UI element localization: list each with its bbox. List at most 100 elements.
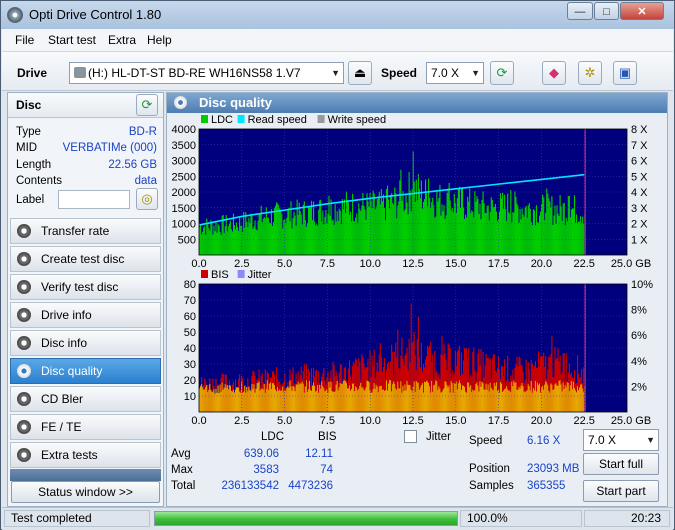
disc-label-button[interactable]: ◎ [136, 188, 158, 210]
speed-select[interactable]: 7.0 X ▼ [426, 62, 484, 84]
ldc-bar [316, 224, 318, 255]
bis-bar-low [286, 387, 288, 412]
erase-button[interactable]: ◆ [542, 61, 566, 85]
ldc-bar [218, 225, 220, 255]
bis-bar-low [526, 390, 528, 412]
start-part-button[interactable]: Start part [583, 480, 659, 502]
nav-label: FE / TE [41, 420, 82, 434]
nav-label: Drive info [41, 308, 92, 322]
ldc-bar [289, 221, 291, 255]
bis-bar-low [230, 390, 232, 412]
ldc-bar [550, 207, 552, 255]
menu-start-test[interactable]: Start test [48, 33, 96, 47]
bis-bar-low [320, 388, 322, 412]
bis-bar-low [378, 386, 380, 412]
bis-bar-low [226, 384, 228, 412]
ldc-bar [399, 180, 401, 255]
ldc-bar [421, 208, 424, 255]
bis-bar-low [436, 381, 438, 412]
bis-bar-low [389, 380, 391, 412]
bis-bar-low [374, 388, 376, 412]
speed-stat-label: Speed [469, 435, 503, 447]
maximize-button[interactable]: □ [594, 2, 619, 20]
settings-button[interactable]: ✲ [578, 61, 602, 85]
bis-bar-low [333, 391, 335, 412]
ldc-bar [397, 205, 399, 255]
bis-bar-low [361, 387, 363, 412]
ldc-bar [406, 202, 408, 255]
bis-bar-low [249, 389, 251, 412]
ldc-bar [244, 227, 246, 255]
nav-disc-info[interactable]: Disc info [10, 330, 161, 356]
nav-disc-quality[interactable]: Disc quality [10, 358, 161, 384]
drive-select[interactable]: (H:) HL-DT-ST BD-RE WH16NS58 1.V7 ▼ [69, 62, 344, 84]
bis-bar-low [297, 381, 299, 412]
status-window-button[interactable]: Status window >> [11, 481, 160, 503]
ldc-bar [419, 198, 421, 255]
bis-bar-low [450, 380, 452, 412]
ldc-bar [358, 203, 360, 255]
stats-total-label: Total [171, 480, 196, 492]
bis-bar-low [504, 389, 506, 412]
ldc-bar [240, 225, 242, 255]
menu-help[interactable]: Help [147, 33, 172, 47]
ldc-bar [500, 198, 503, 255]
bis-bar-low [411, 391, 413, 412]
refresh-speed-button[interactable]: ⟳ [490, 61, 514, 85]
bis-bar-low [263, 383, 265, 412]
ldc-bar [401, 200, 403, 255]
bis-bar-low [452, 392, 454, 412]
bis-bar-low [551, 384, 553, 412]
ldc-bar [349, 211, 352, 255]
test-speed-select[interactable]: 7.0 X ▼ [583, 429, 659, 451]
ldc-bar [442, 211, 444, 255]
close-button[interactable]: ✕ [620, 2, 664, 20]
ldc-bar [512, 212, 514, 255]
bis-bar-low [229, 385, 231, 412]
settings-icon: ✲ [584, 65, 596, 80]
ldc-bar [505, 208, 507, 255]
ldc-bar [220, 234, 222, 255]
ldc-y2-tick: 6 X [631, 156, 648, 168]
nav-extra-tests[interactable]: Extra tests [10, 442, 161, 468]
nav-transfer-rate[interactable]: Transfer rate [10, 218, 161, 244]
nav-create-test-disc[interactable]: Create test disc [10, 246, 161, 272]
save-button[interactable]: ▣ [613, 61, 637, 85]
ldc-bar [417, 174, 419, 255]
nav-fe-te[interactable]: FE / TE [10, 414, 161, 440]
bis-bar-low [341, 383, 343, 412]
bis-bar-low [470, 385, 472, 412]
menu-file[interactable]: File [15, 33, 34, 47]
ldc-x-tick: 10.0 [359, 258, 380, 270]
nav-cd-bler[interactable]: CD Bler [10, 386, 161, 412]
eject-button[interactable]: ⏏ [348, 61, 372, 85]
nav-drive-info[interactable]: Drive info [10, 302, 161, 328]
bis-bar-low [409, 385, 411, 412]
minimize-button[interactable]: — [567, 2, 593, 20]
ldc-bar [489, 211, 491, 255]
bis-bar-low [581, 384, 583, 412]
ldc-y2-tick: 4 X [631, 187, 648, 199]
ldc-bar [200, 225, 202, 255]
disc-refresh-button[interactable]: ⟳ [136, 94, 158, 116]
ldc-bar [230, 229, 232, 255]
nav-verify-test-disc[interactable]: Verify test disc [10, 274, 161, 300]
ldc-bar [219, 232, 221, 255]
bis-bar-low [514, 382, 516, 412]
ldc-bar [251, 216, 253, 255]
bis-bar-low [460, 390, 463, 412]
bis-bar-low [548, 390, 550, 412]
ldc-bar [440, 215, 442, 255]
ldc-bar [415, 179, 417, 255]
bis-bar-low [442, 390, 444, 412]
menu-extra[interactable]: Extra [108, 33, 136, 47]
chevron-down-icon: ▼ [646, 435, 655, 445]
bis-bar-low [382, 389, 384, 412]
ldc-bar [543, 197, 545, 255]
start-full-button[interactable]: Start full [583, 453, 659, 475]
bis-bar-low [253, 384, 255, 412]
ldc-bar [424, 179, 427, 255]
jitter-checkbox[interactable] [404, 430, 417, 443]
ldc-bar [299, 211, 301, 255]
disc-label-input[interactable] [58, 190, 130, 209]
